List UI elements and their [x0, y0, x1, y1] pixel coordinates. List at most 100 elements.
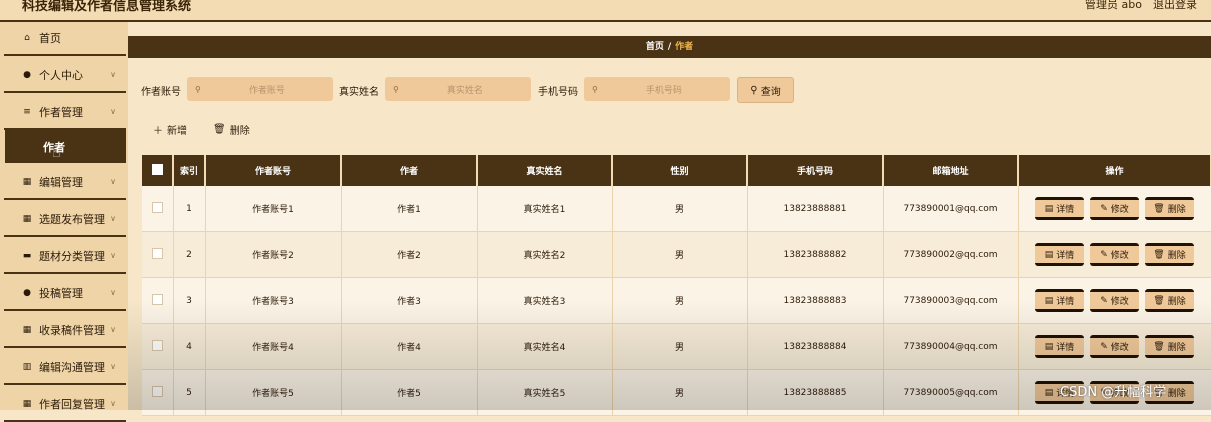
row-checkbox[interactable]	[151, 293, 163, 305]
trash-icon: 🗑	[1153, 203, 1165, 214]
document-icon: ▤	[1044, 295, 1054, 306]
row-checkbox[interactable]	[151, 247, 163, 259]
table-header-row: 索引 作者账号 作者 真实姓名 性别 手机号码 邮箱地址 操作	[142, 155, 1211, 186]
cell-email: 773890005@qq.com	[883, 369, 1019, 416]
chevron-down-icon: ∨	[110, 362, 116, 371]
tag-icon: ▬	[22, 251, 32, 261]
sidebar-item-5[interactable]: ▬ 题材分类管理 ∨	[4, 240, 126, 274]
cell-name: 真实姓名3	[477, 277, 613, 324]
cell-phone: 13823888883	[747, 277, 884, 324]
cell-author: 作者1	[341, 186, 478, 232]
column-header: 作者账号	[205, 155, 342, 186]
top-bar: 科技编辑及作者信息管理系统 管理员 abo 退出登录	[0, 0, 1211, 22]
detail-button[interactable]: ▤ 详情	[1035, 243, 1084, 266]
edit-button[interactable]: ✎ 修改	[1090, 335, 1139, 358]
add-button-label: 新增	[167, 126, 187, 137]
sidebar-item-8[interactable]: ▥ 编辑沟通管理 ∨	[4, 351, 126, 385]
document-icon: ▤	[1044, 341, 1054, 352]
sidebar-item-9[interactable]: ▦ 作者回复管理 ∨	[4, 388, 126, 422]
search-icon: ⚲	[750, 84, 758, 96]
chart-icon: ▥	[22, 362, 32, 372]
column-header: 操作	[1018, 155, 1211, 186]
cell-gender: 男	[612, 231, 748, 278]
sidebar-item-3[interactable]: ▦ 编辑管理 ∨	[4, 166, 126, 200]
cell-email: 773890004@qq.com	[883, 323, 1019, 370]
detail-button[interactable]: ▤ 详情	[1035, 197, 1084, 220]
delete-button-label: 删除	[1167, 251, 1186, 261]
chevron-down-icon: ∨	[110, 70, 116, 79]
cell-idx: 1	[173, 186, 206, 232]
name-filter-input[interactable]: ⚲ 真实姓名	[385, 77, 531, 101]
account-filter-input[interactable]: ⚲ 作者账号	[187, 77, 333, 101]
detail-button[interactable]: ▤ 详情	[1035, 289, 1084, 312]
name-placeholder: 真实姓名	[446, 85, 483, 96]
cell-author: 作者5	[341, 369, 478, 416]
edit-button-label: 修改	[1110, 343, 1129, 353]
detail-button-label: 详情	[1056, 297, 1075, 307]
cell-name: 真实姓名1	[477, 186, 613, 232]
row-select-cell	[142, 323, 174, 370]
delete-button-label: 删除	[1167, 343, 1186, 353]
row-checkbox[interactable]	[151, 385, 163, 397]
chevron-down-icon: ∨	[110, 214, 116, 223]
sidebar-item-6[interactable]: ● 投稿管理 ∨	[4, 277, 126, 311]
pencil-icon: ✎	[1100, 295, 1108, 306]
sidebar-item-2[interactable]: ≡ 作者管理 ∨	[4, 96, 126, 130]
delete-button[interactable]: 🗑 删除	[1145, 197, 1194, 220]
pencil-icon: ✎	[1100, 249, 1108, 260]
watermark: CSDN @升幅科学	[1060, 385, 1167, 400]
sidebar-item-label: 首页	[39, 32, 61, 45]
account-placeholder: 作者账号	[248, 85, 285, 96]
search-button-label: 查询	[760, 86, 781, 98]
author-table: 索引 作者账号 作者 真实姓名 性别 手机号码 邮箱地址 操作 1 作者账号1 作者1 真实姓名1 男…	[142, 155, 1211, 416]
sidebar-item-label: 选题发布管理	[39, 213, 105, 226]
bulk-delete-button[interactable]: 🗑 删除	[213, 122, 250, 137]
column-header: 性别	[612, 155, 748, 186]
select-all-checkbox[interactable]	[151, 163, 163, 175]
cell-idx: 3	[173, 277, 206, 324]
row-select-cell	[142, 369, 174, 416]
search-button[interactable]: ⚲ 查询	[737, 77, 794, 103]
detail-button[interactable]: ▤ 详情	[1035, 335, 1084, 358]
sidebar-item-label: 收录稿件管理	[39, 324, 105, 337]
breadcrumb-current: 作者	[675, 42, 694, 52]
cell-name: 真实姓名4	[477, 323, 613, 370]
breadcrumb: 首页 / 作者	[128, 36, 1211, 58]
user-icon: ●	[23, 70, 31, 80]
row-checkbox[interactable]	[151, 339, 163, 351]
edit-button-label: 修改	[1110, 205, 1129, 215]
pencil-icon: ✎	[1100, 203, 1108, 214]
account-filter-label: 作者账号	[141, 87, 181, 98]
sidebar-item-1[interactable]: ● 个人中心 ∨	[4, 59, 126, 93]
logout-link[interactable]: 退出登录	[1153, 0, 1197, 12]
sidebar-item-7[interactable]: ▦ 收录稿件管理 ∨	[4, 314, 126, 348]
delete-button[interactable]: 🗑 删除	[1145, 243, 1194, 266]
cell-account: 作者账号2	[205, 231, 342, 278]
row-checkbox[interactable]	[151, 201, 163, 213]
sidebar-item-0[interactable]: ⌂ 首页	[4, 22, 126, 56]
add-button[interactable]: ＋ 新增	[153, 122, 187, 137]
bulk-delete-label: 删除	[229, 126, 250, 137]
sidebar-item-4[interactable]: ▦ 选题发布管理 ∨	[4, 203, 126, 237]
sidebar-subitem-author[interactable]: 作者	[5, 130, 126, 163]
edit-button[interactable]: ✎ 修改	[1090, 289, 1139, 312]
cell-email: 773890001@qq.com	[883, 186, 1019, 232]
edit-button[interactable]: ✎ 修改	[1090, 197, 1139, 220]
row-select-cell	[142, 277, 174, 324]
cell-idx: 2	[173, 231, 206, 278]
mouse-cursor-icon: ☝	[52, 145, 61, 161]
cell-account: 作者账号4	[205, 323, 342, 370]
list-icon: ≡	[23, 107, 31, 117]
cell-gender: 男	[612, 369, 748, 416]
delete-button[interactable]: 🗑 删除	[1145, 335, 1194, 358]
table-row: 5 作者账号5 作者5 真实姓名5 男 13823888885 773890005@qq.c…	[142, 369, 1211, 416]
edit-button[interactable]: ✎ 修改	[1090, 243, 1139, 266]
delete-button[interactable]: 🗑 删除	[1145, 289, 1194, 312]
row-select-cell	[142, 186, 174, 232]
phone-filter-input[interactable]: ⚲ 手机号码	[584, 77, 730, 101]
trash-icon: 🗑	[1153, 341, 1165, 352]
plus-icon: ＋	[153, 126, 163, 137]
cell-author: 作者4	[341, 323, 478, 370]
breadcrumb-home[interactable]: 首页	[646, 42, 664, 52]
pin-icon: ●	[23, 288, 31, 298]
